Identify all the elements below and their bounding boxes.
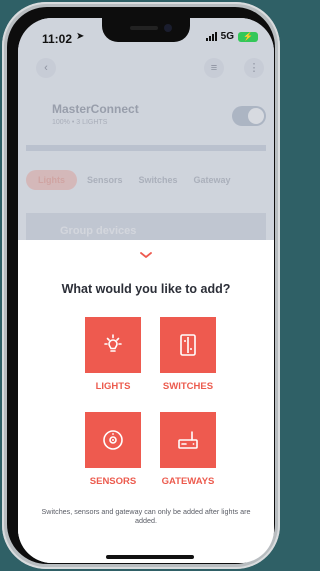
switches-tile[interactable] xyxy=(160,317,216,373)
light-bulb-icon xyxy=(104,334,122,352)
gateways-tile[interactable] xyxy=(160,412,216,468)
sensor-icon xyxy=(103,430,123,450)
add-switches-option[interactable]: SWITCHES xyxy=(156,317,220,392)
add-gateways-option[interactable]: GATEWAYS xyxy=(156,412,220,487)
gateways-label: GATEWAYS xyxy=(161,476,215,487)
lights-tile[interactable] xyxy=(85,317,141,373)
add-sensors-option[interactable]: SENSORS xyxy=(81,412,145,487)
screen: ‹ ≡ ⋮ MasterConnect 100% • 3 LIGHTS Ligh… xyxy=(18,18,274,563)
sheet-footnote: Switches, sensors and gateway can only b… xyxy=(41,507,251,525)
sensors-label: SENSORS xyxy=(89,476,137,487)
sensors-tile[interactable] xyxy=(85,412,141,468)
camera xyxy=(164,24,172,32)
switch-icon xyxy=(180,334,196,356)
add-lights-option[interactable]: LIGHTS xyxy=(81,317,145,392)
phone-bezel: ‹ ≡ ⋮ MasterConnect 100% • 3 LIGHTS Ligh… xyxy=(7,7,275,564)
status-time: 11:02 xyxy=(42,32,73,46)
home-indicator[interactable] xyxy=(106,555,194,559)
status-indicators: 5G ⚡ xyxy=(205,31,258,42)
switches-label: SWITCHES xyxy=(162,381,214,392)
speaker xyxy=(130,26,158,30)
chevron-down-icon[interactable] xyxy=(139,250,153,260)
location-arrow-icon: ➤ xyxy=(76,31,85,42)
phone-frame: ‹ ≡ ⋮ MasterConnect 100% • 3 LIGHTS Ligh… xyxy=(2,2,280,569)
network-label: 5G xyxy=(220,31,234,42)
gateway-icon xyxy=(178,431,198,449)
notch xyxy=(102,18,190,42)
signal-icon xyxy=(205,32,217,41)
sheet-title: What would you like to add? xyxy=(61,282,231,296)
battery-charging-icon: ⚡ xyxy=(238,31,258,42)
lights-label: LIGHTS xyxy=(95,381,131,392)
